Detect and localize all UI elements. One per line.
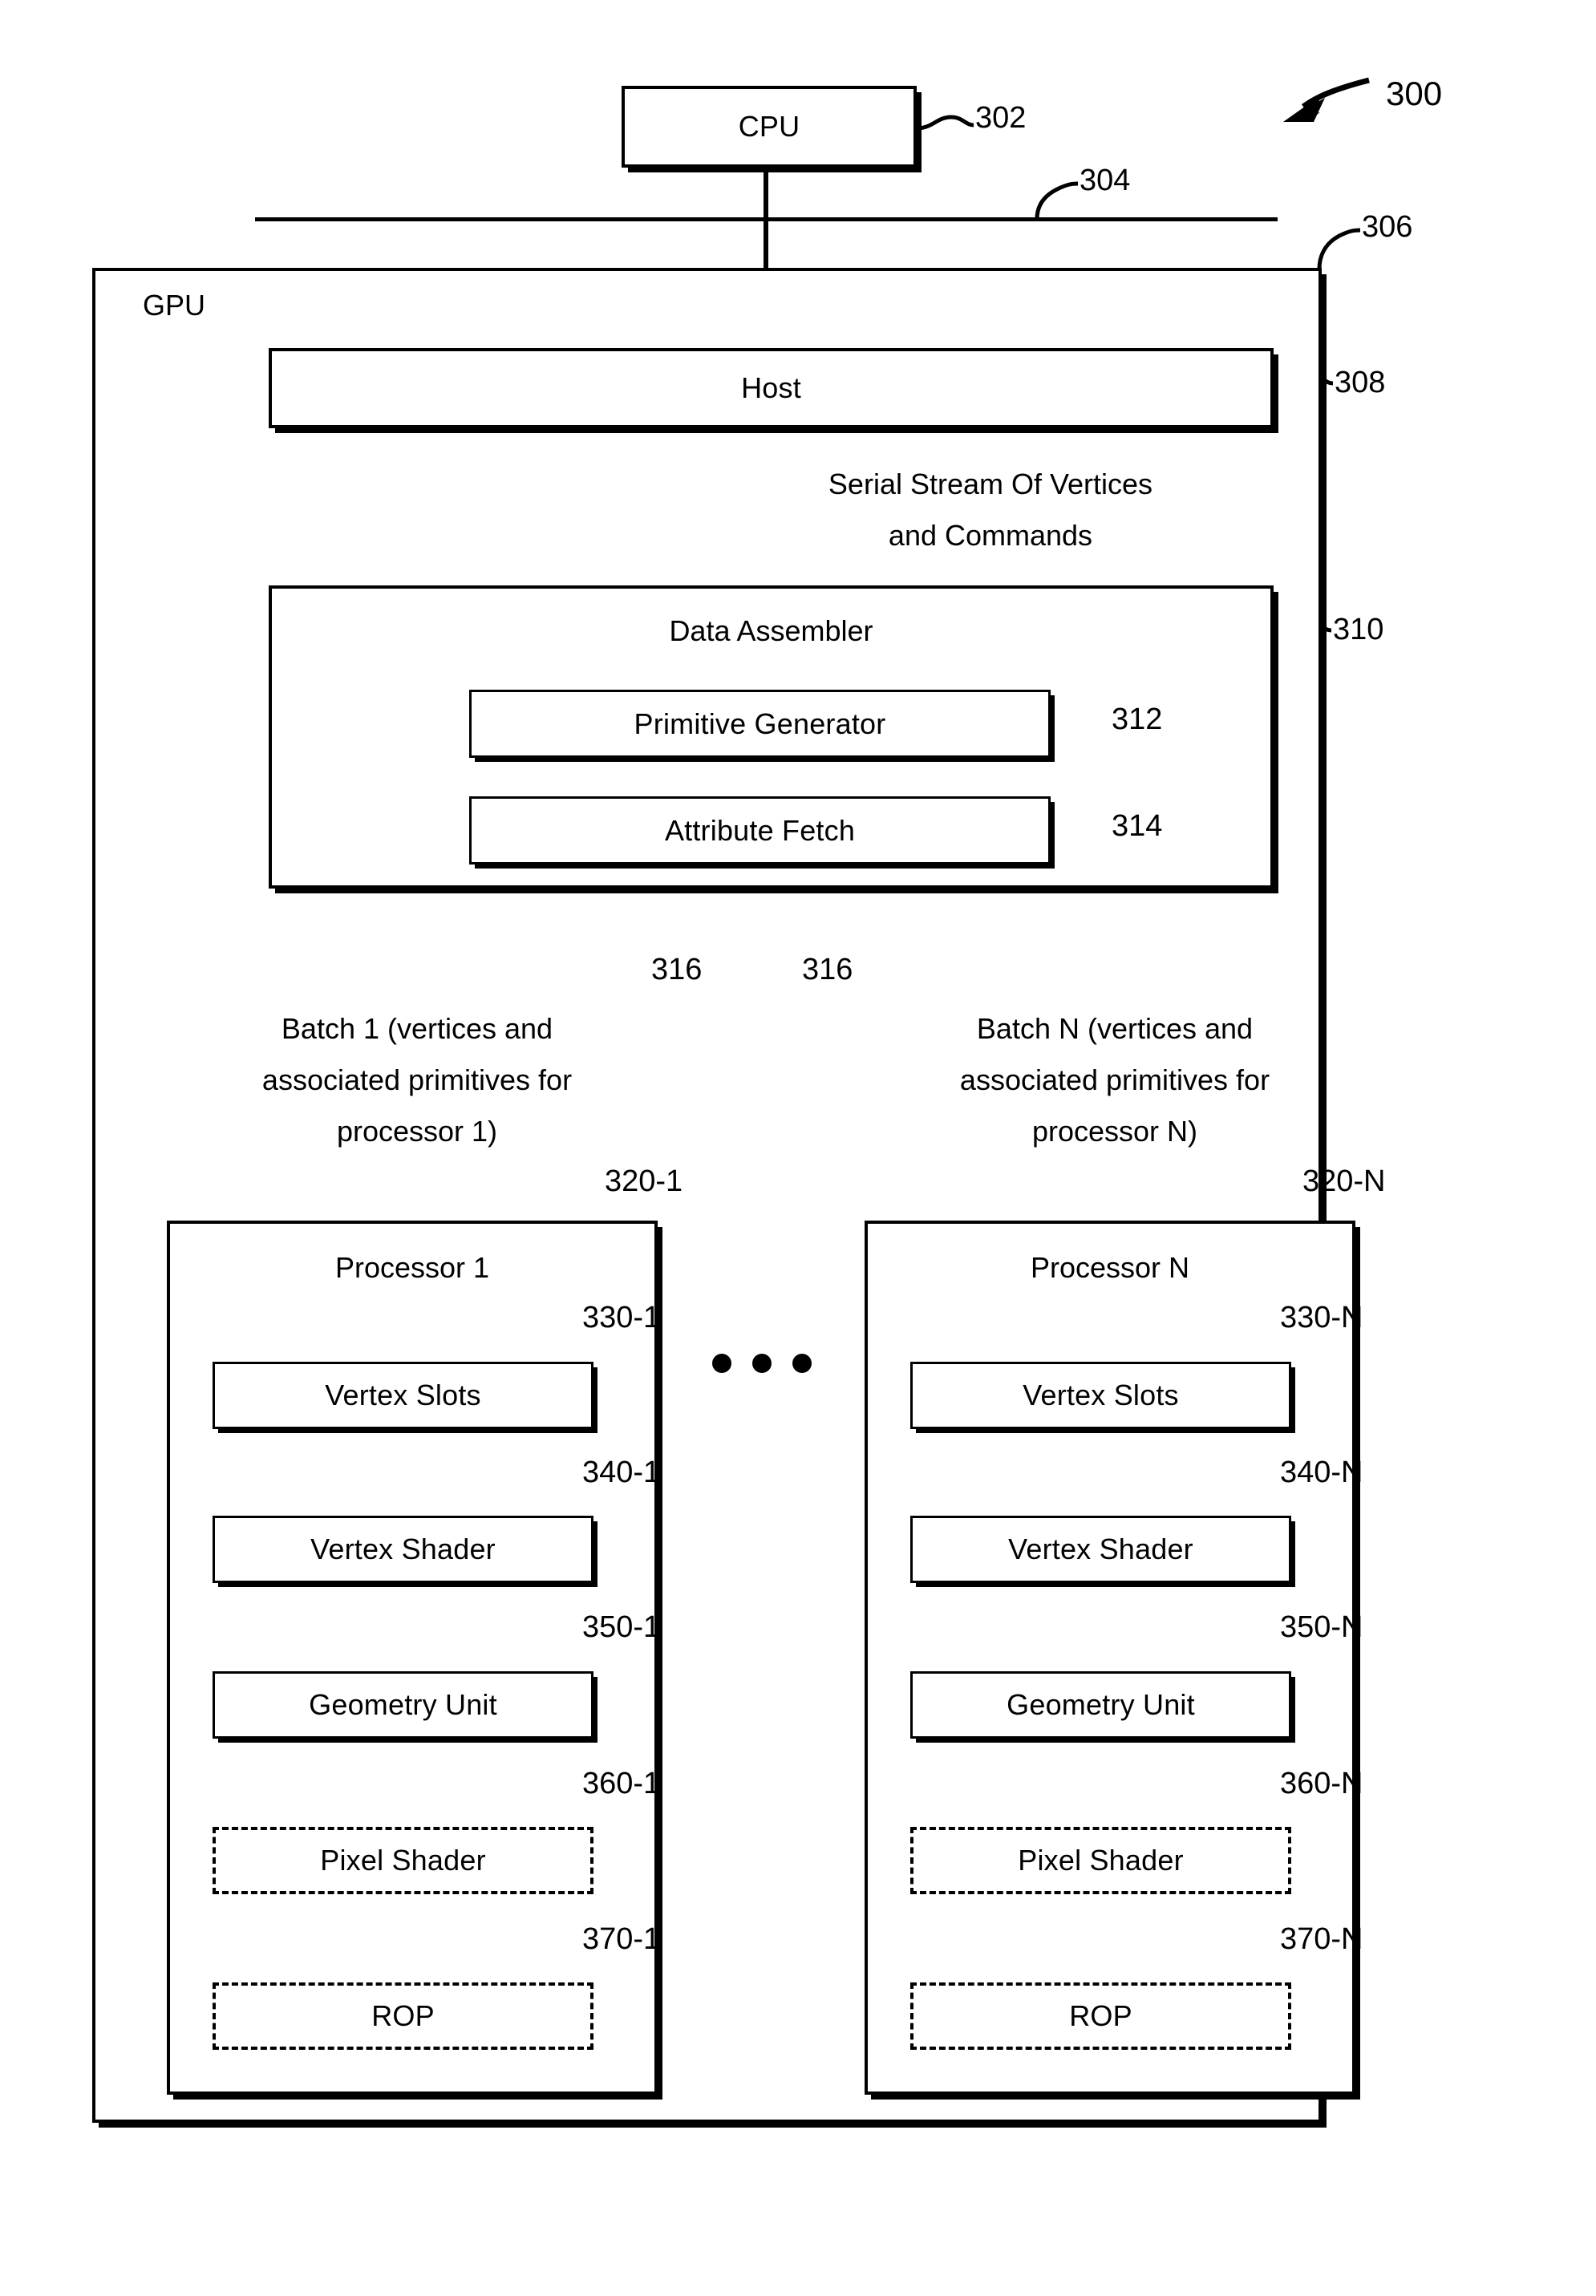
vertex-slots-1-label: Vertex Slots [325, 1379, 481, 1411]
refnum-320-N: 320-N [1302, 1164, 1386, 1198]
refnum-340-1: 340-1 [582, 1456, 661, 1489]
pixel-shader-1-label: Pixel Shader [320, 1844, 486, 1877]
pixel-shader-n-box: Pixel Shader [910, 1827, 1291, 1894]
batch-1-label-line3: processor 1) [336, 1115, 498, 1148]
refnum-320-1: 320-1 [605, 1164, 683, 1198]
attribute-fetch-label: Attribute Fetch [664, 813, 856, 847]
patent-figure-300: 300 CPU 302 304 306 GPU Host 308 Serial … [0, 0, 1596, 2296]
geometry-unit-n-box: Geometry Unit [910, 1671, 1291, 1739]
processor-1-title: Processor 1 [334, 1251, 490, 1284]
batch-n-label-line2: associated primitives for [959, 1063, 1270, 1096]
rop-1-box: ROP [213, 1982, 593, 2050]
processor-n-title: Processor N [1030, 1251, 1190, 1284]
geometry-unit-n-label: Geometry Unit [1007, 1688, 1195, 1721]
leader-304 [1035, 181, 1079, 220]
serial-stream-label-line1: Serial Stream Of Vertices [828, 468, 1153, 500]
refnum-316-left: 316 [651, 953, 703, 986]
rop-n-label: ROP [1069, 1999, 1132, 2032]
refnum-350-1: 350-1 [582, 1610, 661, 1644]
refnum-308: 308 [1335, 366, 1386, 399]
refnum-340-N: 340-N [1280, 1456, 1363, 1489]
processor-1-box: Processor 1 [167, 1221, 658, 2095]
vertex-slots-n-label: Vertex Slots [1023, 1379, 1179, 1411]
attribute-fetch-box: Attribute Fetch [469, 796, 1051, 865]
refnum-316-right: 316 [802, 953, 853, 986]
refnum-370-N: 370-N [1280, 1922, 1363, 1956]
refnum-330-N: 330-N [1280, 1301, 1363, 1334]
cpu-box: CPU [622, 86, 917, 168]
refnum-370-1: 370-1 [582, 1922, 661, 1956]
vertex-shader-n-label: Vertex Shader [1008, 1533, 1193, 1565]
pixel-shader-n-label: Pixel Shader [1018, 1844, 1184, 1877]
rop-n-box: ROP [910, 1982, 1291, 2050]
pixel-shader-1-box: Pixel Shader [213, 1827, 593, 1894]
batch-n-label-line1: Batch N (vertices and [976, 1012, 1254, 1045]
refnum-360-1: 360-1 [582, 1767, 661, 1800]
primitive-generator-label: Primitive Generator [634, 707, 886, 740]
gpu-label: GPU [143, 289, 206, 322]
vertex-shader-1-label: Vertex Shader [310, 1533, 496, 1565]
figure-number-300: 300 [1386, 75, 1443, 112]
cpu-label: CPU [738, 110, 800, 143]
leader-306 [1317, 228, 1361, 270]
figure-number-arrow [1283, 77, 1370, 122]
serial-stream-label-line2: and Commands [888, 519, 1093, 552]
processor-n-box: Processor N [865, 1221, 1355, 2095]
vertex-slots-n-box: Vertex Slots [910, 1362, 1291, 1429]
rop-1-label: ROP [371, 1999, 435, 2032]
vertex-shader-n-box: Vertex Shader [910, 1516, 1291, 1583]
data-assembler-label: Data Assembler [669, 614, 873, 647]
vertex-shader-1-box: Vertex Shader [213, 1516, 593, 1583]
refnum-360-N: 360-N [1280, 1767, 1363, 1800]
geometry-unit-1-label: Geometry Unit [309, 1688, 497, 1721]
refnum-310: 310 [1333, 613, 1384, 646]
batch-1-label-line2: associated primitives for [261, 1063, 573, 1096]
refnum-304: 304 [1080, 164, 1131, 197]
primitive-generator-box: Primitive Generator [469, 690, 1051, 758]
ellipsis-dot-3 [792, 1354, 812, 1373]
refnum-312: 312 [1112, 703, 1163, 736]
batch-1-label-line1: Batch 1 (vertices and [281, 1012, 553, 1045]
refnum-302: 302 [975, 101, 1027, 135]
system-bus-line [255, 217, 1278, 221]
refnum-306: 306 [1362, 210, 1413, 244]
leader-302 [916, 115, 974, 131]
host-box: Host [269, 348, 1274, 428]
vertex-slots-1-box: Vertex Slots [213, 1362, 593, 1429]
batch-n-label-line3: processor N) [1031, 1115, 1198, 1148]
refnum-330-1: 330-1 [582, 1301, 661, 1334]
refnum-350-N: 350-N [1280, 1610, 1363, 1644]
ellipsis-dot-2 [752, 1354, 772, 1373]
host-label: Host [741, 371, 801, 404]
ellipsis-dot-1 [712, 1354, 731, 1373]
refnum-314: 314 [1112, 809, 1163, 843]
geometry-unit-1-box: Geometry Unit [213, 1671, 593, 1739]
